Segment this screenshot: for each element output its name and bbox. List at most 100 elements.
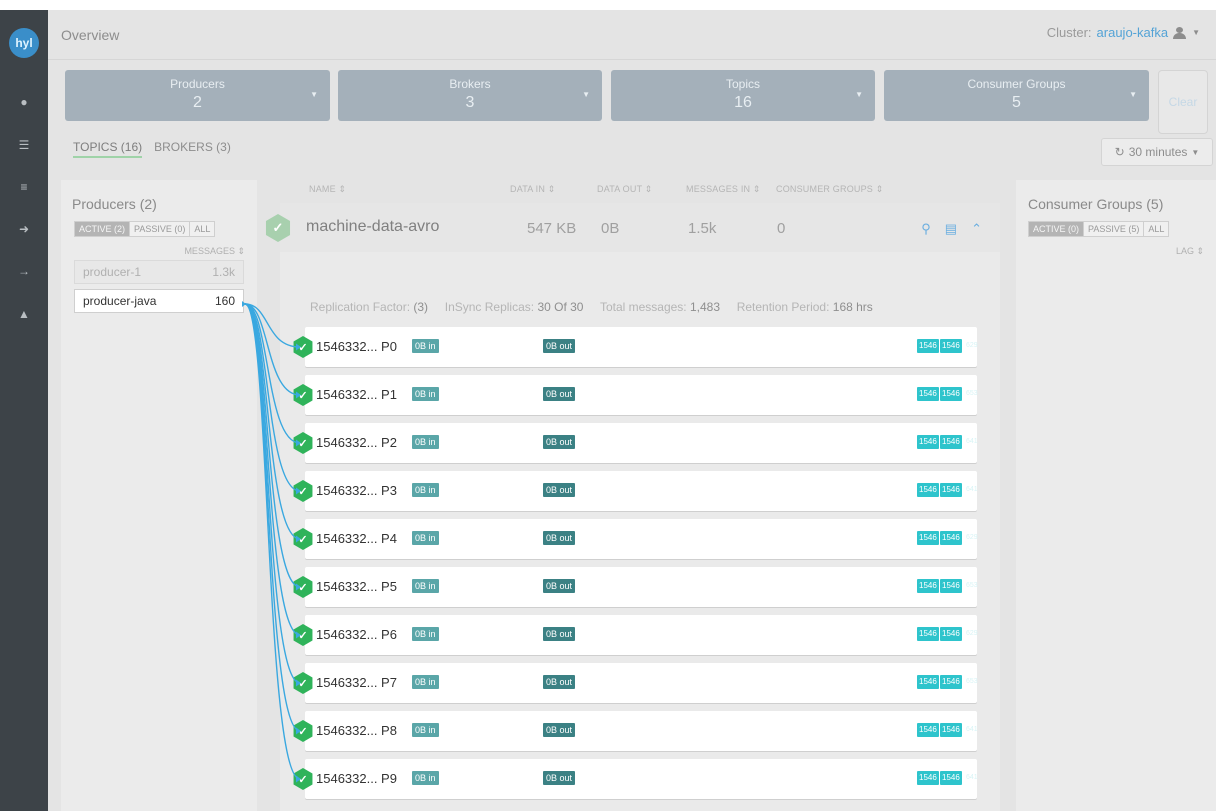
- partition-row[interactable]: ✓ 1546332... P2 0B in 0B out 1546 1546 641: [293, 423, 978, 463]
- partition-row[interactable]: ✓ 1546332... P8 0B in 0B out 1546 1546 641: [293, 711, 978, 751]
- sign-out-icon[interactable]: ➜: [0, 218, 48, 240]
- total-messages-value: 1,483: [690, 300, 721, 314]
- cluster-name-link[interactable]: araujo-kafka: [1097, 25, 1169, 40]
- chevron-down-icon[interactable]: ▼: [855, 90, 863, 99]
- producers-stat-label: Producers: [170, 77, 225, 91]
- app-logo[interactable]: hyl: [9, 28, 39, 58]
- producers-stat-value: 2: [193, 94, 202, 111]
- offset-badge: 1546: [917, 771, 939, 785]
- offset-badge: 1546: [940, 771, 962, 785]
- topic-messages-in: 1.5k: [688, 220, 717, 237]
- producers-panel-title: Producers (2): [72, 196, 157, 212]
- data-out-column-header[interactable]: DATA OUT ⇕: [597, 184, 653, 195]
- offset-tail: 641: [966, 438, 978, 445]
- chevron-up-icon[interactable]: ⌃: [971, 221, 982, 237]
- partition-name: 1546332... P9: [316, 771, 397, 786]
- tab-topics[interactable]: TOPICS (16): [73, 140, 143, 158]
- consumer-groups-column-header[interactable]: CONSUMER GROUPS ⇕: [776, 184, 883, 195]
- offset-tail: 653: [966, 582, 978, 589]
- list-icon[interactable]: ☰: [0, 134, 48, 156]
- replication-value: (3): [413, 300, 429, 314]
- partition-row[interactable]: ✓ 1546332... P1 0B in 0B out 1546 1546 653: [293, 375, 978, 415]
- history-icon: ↻: [1114, 145, 1125, 159]
- offset-badge: 1546: [917, 435, 939, 449]
- check-icon: ✓: [293, 432, 313, 454]
- warning-icon[interactable]: ▲: [0, 303, 48, 325]
- topics-stat-card[interactable]: Topics 16 ▼: [611, 70, 875, 121]
- offset-badge: 1546: [917, 387, 939, 401]
- chevron-down-icon[interactable]: ▼: [582, 90, 590, 99]
- data-out-badge: 0B out: [543, 627, 576, 641]
- topic-data-in: 547 KB: [527, 220, 577, 237]
- partition-name: 1546332... P7: [316, 675, 397, 690]
- partition-row[interactable]: ✓ 1546332... P7 0B in 0B out 1546 1546 653: [293, 663, 978, 703]
- topic-actions: ⚲ ▤ ⌃: [921, 221, 982, 237]
- producer-count: 160: [214, 294, 235, 308]
- topic-row[interactable]: ✓ machine-data-avro 547 KB 0B 1.5k 0 ⚲ ▤…: [265, 203, 1000, 252]
- filter-active[interactable]: ACTIVE (0): [1029, 222, 1085, 236]
- filter-all[interactable]: ALL: [190, 222, 214, 236]
- data-in-badge: 0B in: [412, 531, 439, 545]
- producer-row[interactable]: producer-java 160: [74, 289, 244, 313]
- chevron-down-icon[interactable]: ▼: [1129, 90, 1137, 99]
- producer-name: producer-java: [83, 294, 157, 308]
- tab-brokers[interactable]: BROKERS (3): [154, 140, 231, 158]
- consumer-groups-stat-card[interactable]: Consumer Groups 5 ▼: [884, 70, 1149, 121]
- partition-row[interactable]: ✓ 1546332... P3 0B in 0B out 1546 1546 641: [293, 471, 978, 511]
- filter-active[interactable]: ACTIVE (2): [75, 222, 131, 236]
- data-in-badge: 0B in: [412, 627, 439, 641]
- replication-label: Replication Factor:: [310, 300, 411, 314]
- messages-sort-header[interactable]: MESSAGES ⇕: [161, 246, 245, 257]
- check-icon: ✓: [293, 336, 313, 358]
- chevron-down-icon[interactable]: ▼: [1192, 28, 1200, 37]
- table-icon[interactable]: ▤: [945, 221, 957, 237]
- filter-passive[interactable]: PASSIVE (5): [1084, 222, 1145, 236]
- data-out-badge: 0B out: [543, 435, 576, 449]
- offset-tail: 629: [966, 630, 978, 637]
- partition-row[interactable]: ✓ 1546332... P5 0B in 0B out 1546 1546 653: [293, 567, 978, 607]
- retention-label: Retention Period:: [736, 300, 830, 314]
- offset-badge: 1546: [940, 483, 962, 497]
- data-in-badge: 0B in: [412, 723, 439, 737]
- partition-row[interactable]: ✓ 1546332... P0 0B in 0B out 1546 1546 629: [293, 327, 978, 367]
- status-badge: ✓: [292, 336, 314, 358]
- sign-in-icon[interactable]: →: [0, 260, 48, 282]
- offset-badge: 1546: [917, 675, 939, 689]
- status-badge: ✓: [292, 768, 314, 790]
- partition-name: 1546332... P0: [316, 339, 397, 354]
- filter-passive[interactable]: PASSIVE (0): [130, 222, 191, 236]
- messages-in-column-header[interactable]: MESSAGES IN ⇕: [686, 184, 761, 195]
- partition-row[interactable]: ✓ 1546332... P9 0B in 0B out 1546 1546 641: [293, 759, 978, 799]
- partition-row[interactable]: ✓ 1546332... P4 0B in 0B out 1546 1546 629: [293, 519, 978, 559]
- producers-stat-card[interactable]: Producers 2 ▼: [65, 70, 330, 121]
- database-icon[interactable]: ≡: [0, 176, 48, 198]
- filter-all[interactable]: ALL: [1144, 222, 1168, 236]
- clear-button[interactable]: Clear: [1158, 70, 1208, 134]
- partition-row[interactable]: ✓ 1546332... P6 0B in 0B out 1546 1546 629: [293, 615, 978, 655]
- data-out-badge: 0B out: [543, 339, 576, 353]
- data-in-column-header[interactable]: DATA IN ⇕: [510, 184, 556, 195]
- check-icon: ✓: [293, 624, 313, 646]
- topic-consumer-groups: 0: [777, 220, 786, 237]
- offset-badge: 1546: [917, 579, 939, 593]
- name-column-header[interactable]: NAME ⇕: [309, 184, 346, 195]
- status-badge: ✓: [292, 672, 314, 694]
- chevron-down-icon[interactable]: ▼: [310, 90, 318, 99]
- lag-sort-header[interactable]: LAG ⇕: [1136, 246, 1204, 257]
- user-icon[interactable]: [1173, 26, 1187, 39]
- dashboard-icon[interactable]: ●: [0, 91, 48, 113]
- cluster-selector[interactable]: Cluster: araujo-kafka ▼: [1047, 25, 1200, 40]
- offset-badge: 1546: [940, 579, 962, 593]
- partition-name: 1546332... P8: [316, 723, 397, 738]
- topic-meta: Replication Factor: (3) InSync Replicas:…: [310, 300, 873, 314]
- producer-row[interactable]: producer-1 1.3k: [74, 260, 244, 284]
- offset-badge: 1546: [917, 627, 939, 641]
- data-out-badge: 0B out: [543, 675, 576, 689]
- partition-name: 1546332... P5: [316, 579, 397, 594]
- brokers-stat-card[interactable]: Brokers 3 ▼: [338, 70, 602, 121]
- time-range-button[interactable]: ↻ 30 minutes ▼: [1101, 138, 1213, 166]
- check-icon: ✓: [293, 576, 313, 598]
- consumer-groups-panel: Consumer Groups (5) ACTIVE (0) PASSIVE (…: [1016, 180, 1216, 811]
- search-icon[interactable]: ⚲: [921, 221, 931, 237]
- total-messages-label: Total messages:: [599, 300, 687, 314]
